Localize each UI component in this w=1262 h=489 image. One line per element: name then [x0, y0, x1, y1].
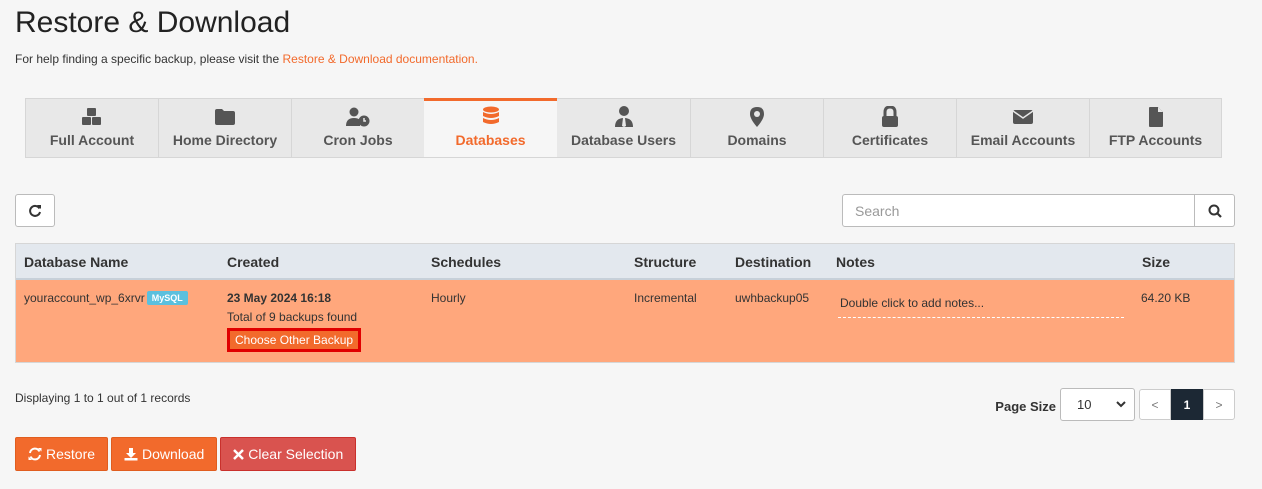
folder-icon [214, 106, 236, 128]
created-date: 23 May 2024 16:18 [227, 291, 332, 305]
envelope-icon [1012, 106, 1034, 128]
map-marker-icon [749, 106, 765, 128]
next-page-button[interactable]: > [1203, 389, 1235, 420]
column-header-destination[interactable]: Destination [735, 254, 811, 270]
tab-label: Databases [455, 132, 526, 148]
page-title: Restore & Download [15, 6, 291, 39]
tab-label: Certificates [851, 132, 929, 148]
backups-table: Database Name Created Schedules Structur… [15, 243, 1235, 363]
file-icon [1148, 106, 1164, 128]
cell-destination: uwhbackup05 [735, 291, 810, 305]
tab-label: Home Directory [172, 132, 278, 148]
refresh-icon [28, 447, 42, 461]
tab-full-account[interactable]: Full Account [25, 98, 158, 158]
restore-label: Restore [46, 446, 96, 462]
refresh-button[interactable] [15, 194, 55, 227]
tab-databases[interactable]: Databases [424, 98, 557, 158]
column-header-name[interactable]: Database Name [24, 254, 128, 270]
page-size-value: 10 [1077, 397, 1092, 412]
tab-certificates[interactable]: Certificates [823, 98, 956, 158]
cell-created: 23 May 2024 16:18 Total of 9 backups fou… [227, 291, 362, 352]
tab-label: Cron Jobs [323, 132, 393, 148]
pagination: Page Size 10 < 1 > [995, 388, 1235, 421]
help-prefix: For help finding a specific backup, plea… [15, 52, 283, 66]
page-1-button[interactable]: 1 [1171, 389, 1203, 420]
help-text: For help finding a specific backup, plea… [15, 52, 478, 66]
tab-cron-jobs[interactable]: Cron Jobs [291, 98, 424, 158]
download-label: Download [142, 446, 205, 462]
user-tie-icon [614, 106, 634, 128]
cell-schedule: Hourly [431, 291, 466, 305]
database-name: youraccount_wp_6xrvr [24, 291, 145, 305]
restore-button[interactable]: Restore [15, 437, 109, 471]
search-box [842, 194, 1235, 227]
records-info: Displaying 1 to 1 out of 1 records [15, 391, 191, 405]
tab-label: Database Users [570, 132, 677, 148]
tab-label: FTP Accounts [1108, 132, 1203, 148]
table-header: Database Name Created Schedules Structur… [16, 244, 1234, 280]
notes-field[interactable]: Double click to add notes... [838, 294, 1124, 318]
tab-email-accounts[interactable]: Email Accounts [956, 98, 1089, 158]
tab-domains[interactable]: Domains [690, 98, 823, 158]
page-size-select[interactable]: 10 [1060, 388, 1135, 421]
cell-size: 64.20 KB [1141, 291, 1191, 305]
close-icon [233, 448, 245, 460]
lock-icon [881, 106, 899, 128]
choose-other-backup-button[interactable]: Choose Other Backup [227, 328, 362, 352]
tab-database-users[interactable]: Database Users [557, 98, 690, 158]
column-header-notes[interactable]: Notes [836, 254, 875, 270]
documentation-link[interactable]: Restore & Download documentation. [282, 52, 477, 66]
tab-label: Domains [727, 132, 787, 148]
tab-label: Full Account [49, 132, 135, 148]
page-size-label: Page Size [995, 399, 1056, 414]
cell-database-name: youraccount_wp_6xrvr MySQL [24, 291, 188, 305]
download-icon [124, 448, 138, 461]
cubes-icon [81, 106, 103, 128]
download-button[interactable]: Download [111, 437, 218, 471]
database-icon [482, 106, 500, 128]
mysql-badge: MySQL [146, 291, 188, 305]
column-header-structure[interactable]: Structure [634, 254, 696, 270]
column-header-size[interactable]: Size [1142, 254, 1170, 270]
refresh-icon [29, 204, 41, 217]
backup-type-tabs: Full Account Home Directory Cron Jobs Da… [25, 98, 1222, 158]
search-icon [1208, 204, 1222, 218]
chevron-down-icon [1116, 401, 1126, 408]
tab-label: Email Accounts [970, 132, 1076, 148]
clear-selection-label: Clear Selection [248, 446, 344, 462]
table-row[interactable]: youraccount_wp_6xrvr MySQL 23 May 2024 16… [16, 280, 1234, 362]
tab-home-directory[interactable]: Home Directory [158, 98, 291, 158]
search-input[interactable] [842, 194, 1195, 227]
cell-structure: Incremental [634, 291, 697, 305]
column-header-schedules[interactable]: Schedules [431, 254, 501, 270]
clear-selection-button[interactable]: Clear Selection [220, 437, 357, 471]
backups-count: Total of 9 backups found [227, 310, 358, 324]
search-button[interactable] [1195, 194, 1235, 227]
previous-page-button[interactable]: < [1139, 389, 1171, 420]
tab-ftp-accounts[interactable]: FTP Accounts [1089, 98, 1222, 158]
column-header-created[interactable]: Created [227, 254, 279, 270]
action-bar: Restore Download Clear Selection [15, 437, 357, 471]
user-clock-icon [345, 106, 371, 128]
